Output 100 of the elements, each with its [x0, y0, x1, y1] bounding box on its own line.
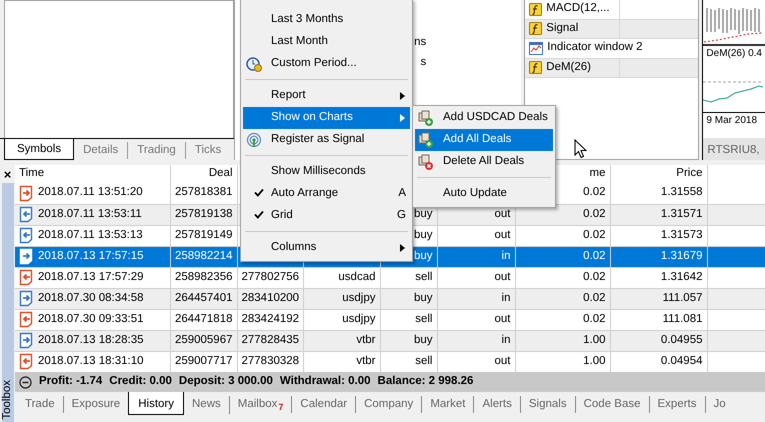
indicator-label: Signal	[546, 22, 578, 36]
menu-item[interactable]: Delete All Deals	[415, 151, 553, 173]
menu-item[interactable]: Add All Deals	[415, 129, 553, 151]
table-cell: in	[437, 246, 515, 267]
table-cell: 283424192	[237, 309, 303, 330]
indicator-label: MACD(12,...	[546, 2, 610, 16]
table-cell: 264471818	[170, 309, 237, 330]
table-cell: 2018.07.30 09:33:51	[15, 309, 170, 330]
signal-icon	[246, 132, 262, 148]
histogram-drawing	[704, 8, 763, 42]
table-cell: vtbr	[303, 330, 380, 351]
shortcut-key: A	[398, 187, 406, 201]
table-cell: out	[437, 225, 515, 246]
deal-icon	[19, 227, 33, 244]
delete-deals-icon	[418, 154, 434, 170]
table-cell: 2018.07.13 18:28:35	[15, 330, 170, 351]
panel-tab[interactable]: Ticks	[184, 142, 230, 159]
toolbox-label: Toolbox	[0, 380, 14, 422]
table-cell: 2018.07.30 08:34:58	[15, 288, 170, 309]
close-button[interactable]: ×	[4, 165, 12, 183]
table-cell: 111.057	[610, 288, 707, 309]
menu-item[interactable]: Show on Charts	[243, 107, 410, 129]
table-cell: 1.31679	[610, 246, 707, 267]
menu-item[interactable]: Last Month	[243, 31, 410, 53]
table-cell: 2018.07.13 17:57:29	[15, 267, 170, 288]
deal-icon	[19, 290, 33, 307]
menu-item[interactable]: Show Milliseconds	[243, 161, 410, 183]
indicator-value: DeM(26) 0.4	[705, 47, 763, 60]
line-chart-drawing	[703, 82, 764, 103]
panel-tab[interactable]: Trading	[127, 142, 185, 159]
indicator-label: Indicator window 2	[547, 41, 643, 56]
table-cell: 257819149	[170, 225, 237, 246]
toolbox-tab[interactable]: Market	[421, 396, 474, 414]
clock-gear-icon	[246, 56, 262, 72]
column-header[interactable]: Time	[19, 167, 44, 180]
unread-count: 7	[278, 402, 284, 412]
deal-icon	[19, 269, 33, 286]
panel-tab[interactable]: Details	[74, 142, 128, 159]
table-cell: out	[437, 309, 515, 330]
table-cell: 283410200	[237, 288, 303, 309]
table-cell: 258982356	[170, 267, 237, 288]
table-cell: 277828435	[237, 330, 303, 351]
table-cell: 257819138	[170, 204, 237, 225]
toolbox-tab[interactable]: Calendar	[291, 396, 356, 414]
menu-item[interactable]: Custom Period...	[243, 53, 410, 75]
table-cell: 0.04955	[610, 330, 707, 351]
table-cell: 0.02	[515, 309, 610, 330]
toolbox-tab[interactable]: Alerts	[473, 396, 520, 414]
toolbox-tab[interactable]: Mailbox$_{7}$	[228, 396, 292, 414]
toolbox-tab[interactable]: Trade	[17, 396, 63, 414]
table-cell: 2018.07.13 17:57:15	[15, 246, 170, 267]
toolbox-tab[interactable]: Company	[355, 396, 422, 414]
table-cell: buy	[380, 288, 437, 309]
indicator-window-icon	[529, 42, 544, 55]
table-cell: usdcad	[303, 267, 380, 288]
toolbox-tab[interactable]: Code Base	[574, 396, 648, 414]
deal-icon	[19, 248, 33, 265]
table-cell: 1.31573	[610, 225, 707, 246]
table-cell: 0.02	[515, 288, 610, 309]
table-cell: 2018.07.11 13:51:20	[15, 183, 170, 204]
chart-tab[interactable]: RTSRIU8,	[703, 138, 765, 160]
summary-value: Deposit: 3 000.00	[178, 375, 273, 389]
table-cell: 2018.07.11 13:53:13	[15, 225, 170, 246]
table-cell: 2018.07.11 13:53:11	[15, 204, 170, 225]
table-cell: sell	[380, 267, 437, 288]
table-cell: 111.081	[610, 309, 707, 330]
column-header[interactable]: me	[590, 167, 606, 180]
function-icon	[529, 61, 542, 74]
table-cell: 1.00	[515, 330, 610, 351]
table-cell: 258982214	[170, 246, 237, 267]
menu-item[interactable]: Auto Arrange A	[243, 183, 410, 205]
summary-value: Profit: -1.74	[39, 375, 102, 389]
menu-item[interactable]: Last 3 Months	[243, 9, 410, 31]
deal-icon	[19, 311, 33, 328]
list-text: s	[420, 56, 426, 70]
column-header[interactable]: Price	[676, 167, 702, 180]
menu-item[interactable]: Report	[243, 85, 410, 107]
table-cell: 1.31642	[610, 267, 707, 288]
summary-value: Credit: 0.00	[109, 375, 172, 389]
column-header[interactable]: Deal	[208, 167, 232, 180]
function-icon	[529, 22, 542, 36]
toolbox-tab[interactable]: History	[128, 392, 184, 416]
table-cell: 257818381	[170, 183, 237, 204]
deal-icon	[19, 184, 33, 202]
summary-value: Balance: 2 998.26	[378, 375, 474, 389]
deal-icon	[19, 332, 33, 349]
summary-value: Withdrawal: 0.00	[280, 375, 371, 389]
toolbox-tab[interactable]: Experts	[648, 396, 704, 414]
toolbox-tab[interactable]: Jo	[704, 396, 734, 414]
table-cell: buy	[380, 330, 437, 351]
menu-item[interactable]: Register as Signal	[243, 129, 410, 151]
table-cell: 1.31558	[610, 183, 707, 204]
toolbox-tab[interactable]: News	[184, 396, 229, 414]
panel-tab[interactable]: Symbols	[4, 139, 74, 160]
menu-item[interactable]: Add USDCAD Deals	[415, 107, 553, 129]
indicator-label: DeM(26)	[546, 60, 592, 75]
date-label: 9 Mar 2018	[705, 114, 758, 127]
toolbox-tab[interactable]: Signals	[520, 396, 575, 414]
table-cell: usdjpy	[303, 309, 380, 330]
table-cell: 1.31571	[610, 204, 707, 225]
